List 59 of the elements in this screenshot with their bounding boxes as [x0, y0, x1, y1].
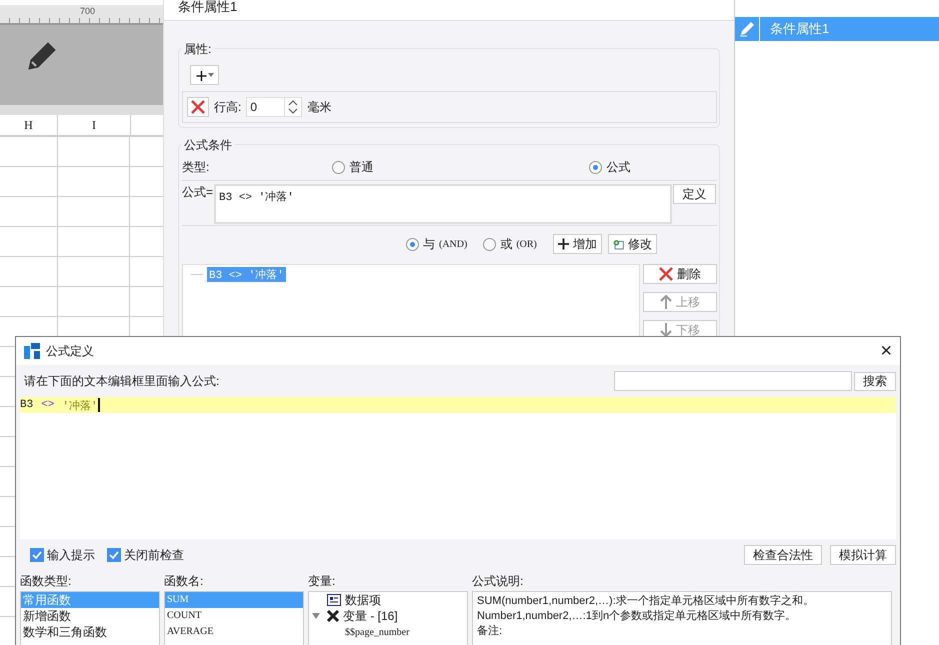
plus-icon	[558, 238, 569, 250]
check-icon	[31, 549, 43, 561]
ruler-label: 700	[80, 6, 96, 16]
description-line: SUM(number1,number2,…):求一个指定单元格区域中所有数字之和。	[477, 594, 815, 609]
description-line: 备注:	[477, 624, 504, 639]
panel-title: 条件属性1	[178, 0, 238, 14]
arrow-down-icon	[660, 323, 672, 337]
unit-label: 毫米	[307, 98, 332, 116]
list-label: 公式说明:	[472, 573, 524, 587]
tree-item[interactable]: 变量 - [16]	[343, 608, 398, 624]
description-line: Number1,number2,…:1到n个参数或指定单元格区域中所有数字。	[477, 609, 798, 624]
list-button[interactable]: 删除	[643, 264, 717, 284]
list-item[interactable]: COUNT	[165, 608, 303, 624]
pencil-icon	[739, 21, 755, 37]
checkbox[interactable]: 关闭前检查	[107, 546, 184, 564]
group-label: 属性:	[181, 41, 214, 58]
radio-button[interactable]: 普通	[332, 158, 374, 176]
pencil-icon	[26, 40, 58, 72]
row-height-label: 行高:	[214, 98, 242, 116]
list-item[interactable]: 新增函数	[21, 608, 159, 624]
data-item-icon	[327, 594, 341, 606]
radio-button[interactable]: 与 (AND)	[406, 236, 468, 252]
formula-field[interactable]: B3 <> '冲落'	[214, 184, 672, 224]
modify-button[interactable]: 修改	[608, 234, 657, 254]
search-field[interactable]	[614, 371, 852, 391]
formula-label: 公式=	[182, 184, 214, 201]
search-button[interactable]: 搜索	[854, 372, 896, 390]
list-label: 函数名:	[164, 573, 204, 587]
type-label: 类型:	[182, 158, 210, 176]
delete-button[interactable]	[187, 97, 209, 117]
define-button[interactable]: 定义	[673, 184, 716, 204]
group-label: 公式条件	[181, 137, 235, 154]
add-button[interactable]: 增加	[552, 234, 602, 254]
close-button[interactable]: ×	[880, 340, 892, 362]
variable-icon	[327, 610, 339, 622]
prompt-text: 请在下面的文本编辑框里面输入公式:	[24, 372, 220, 390]
dialog-button[interactable]: 模拟计算	[830, 545, 896, 565]
radio-button[interactable]: 或 (OR)	[483, 236, 537, 252]
add-button[interactable]: +	[190, 65, 219, 85]
checkbox[interactable]: 输入提示	[30, 546, 95, 564]
list-item[interactable]: 数学和三角函数	[21, 624, 159, 640]
row-height-spinner[interactable]: 0	[246, 97, 302, 117]
caret-icon	[208, 73, 214, 77]
dialog-button[interactable]: 检查合法性	[744, 545, 822, 565]
column-header: H	[0, 115, 58, 135]
expand-icon[interactable]	[312, 613, 320, 619]
formula-editor[interactable]: B3 <> '冲落'	[20, 397, 896, 539]
list-label: 函数类型:	[20, 573, 72, 587]
check-icon	[108, 549, 120, 561]
list-label: 变量:	[308, 573, 336, 587]
tree-item[interactable]: $$page_number	[345, 626, 410, 638]
app-logo-icon	[24, 343, 40, 359]
radio-button[interactable]: 公式	[589, 158, 630, 176]
list-item[interactable]: AVERAGE	[165, 624, 303, 640]
delete-icon	[659, 267, 673, 281]
tree-item[interactable]: 数据项	[345, 592, 381, 608]
column-header: I	[58, 115, 131, 135]
dialog-title: 公式定义	[46, 342, 94, 360]
arrow-up-icon	[660, 295, 672, 309]
